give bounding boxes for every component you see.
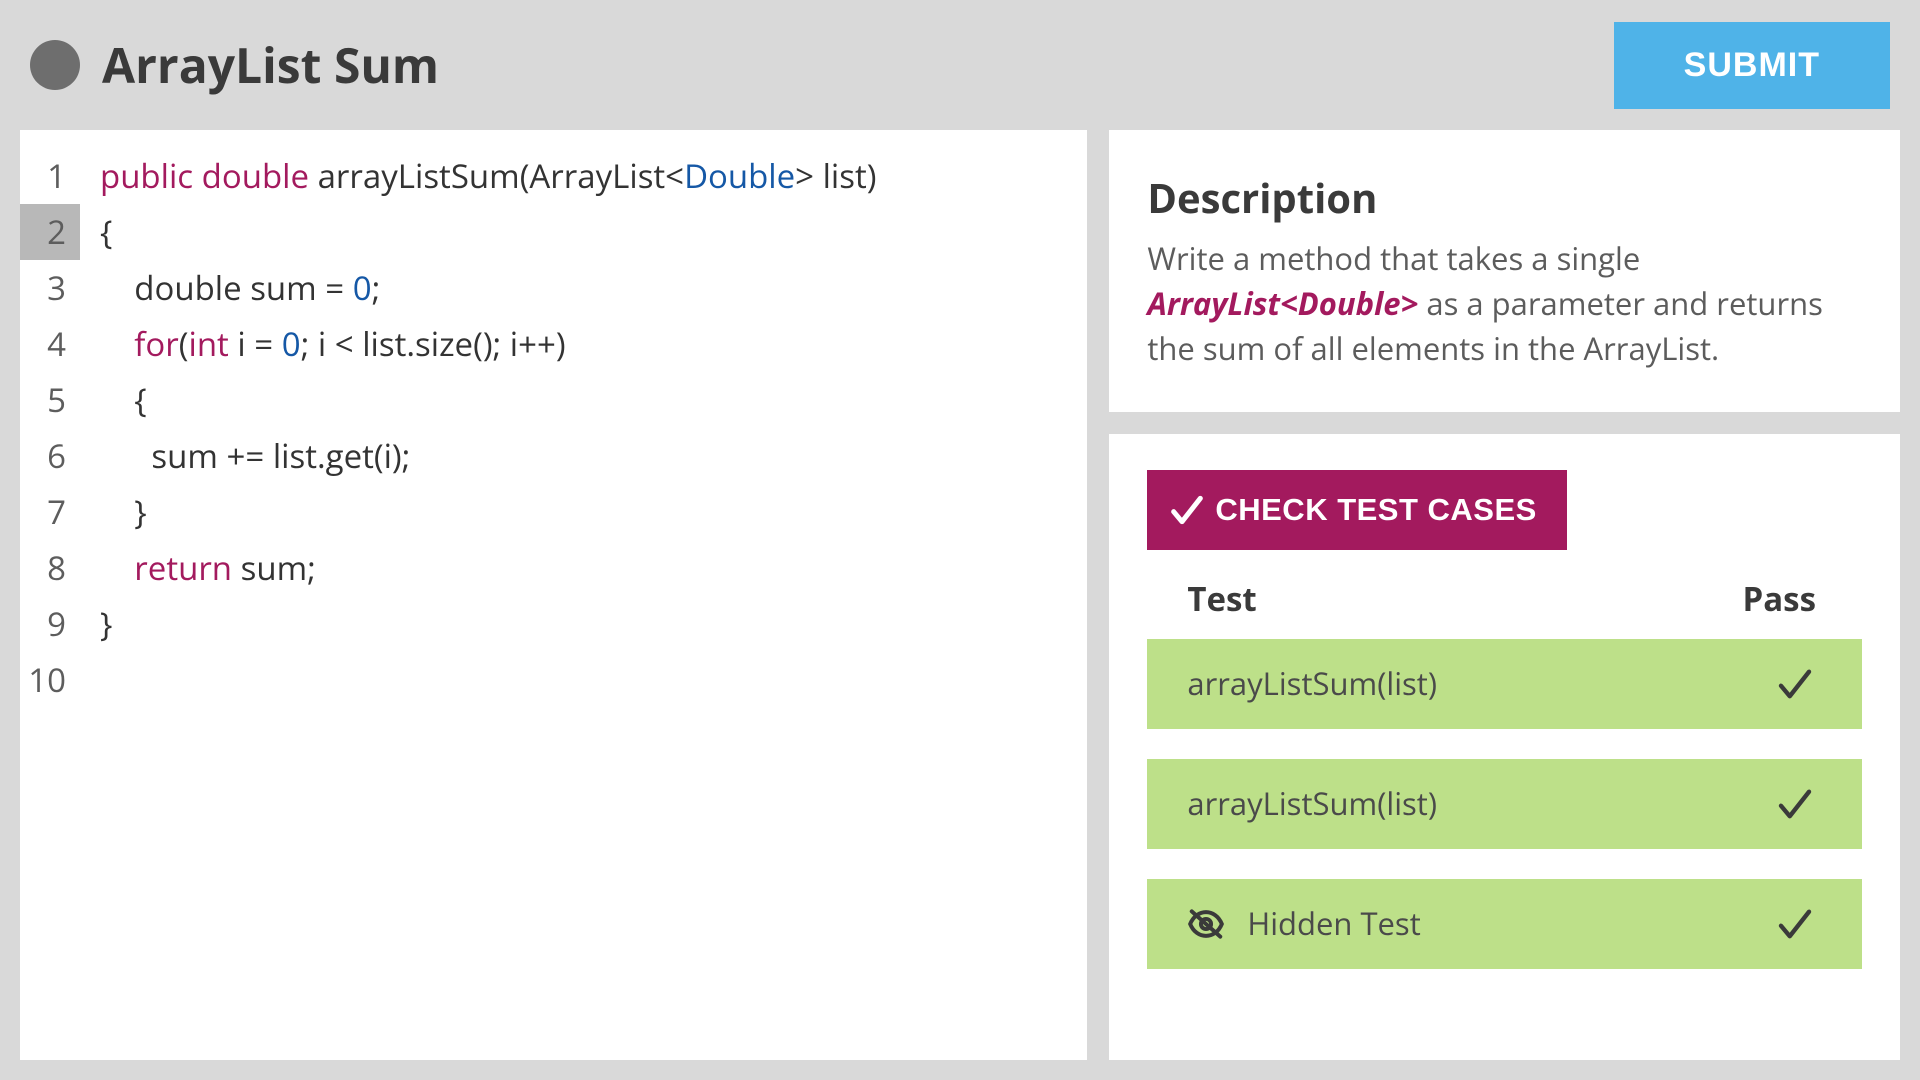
line-number[interactable]: 3 xyxy=(20,260,80,316)
page-title: ArrayList Sum xyxy=(102,33,439,98)
right-column: Description Write a method that takes a … xyxy=(1109,130,1900,1060)
header-left: ArrayList Sum xyxy=(30,33,439,98)
code-text: } xyxy=(100,489,147,534)
checkmark-icon xyxy=(1774,663,1816,705)
test-row: arrayListSum(list) xyxy=(1147,759,1862,849)
code-number: 0 xyxy=(353,265,372,310)
line-number[interactable]: 1 xyxy=(20,148,80,204)
code-area[interactable]: public double arrayListSum(ArrayList<Dou… xyxy=(80,130,1087,1060)
line-number[interactable]: 7 xyxy=(20,484,80,540)
description-heading: Description xyxy=(1147,170,1862,225)
code-keyword: for xyxy=(134,321,178,366)
line-number[interactable]: 2 xyxy=(20,204,80,260)
check-test-cases-button[interactable]: CHECK TEST CASES xyxy=(1147,470,1566,550)
header-bar: ArrayList Sum SUBMIT xyxy=(0,0,1920,130)
code-text: > list) xyxy=(795,153,876,198)
test-table-header: Test Pass xyxy=(1147,550,1862,639)
line-gutter: 1 2 3 4 5 6 7 8 9 10 xyxy=(20,130,80,1060)
code-keyword: public xyxy=(100,153,193,198)
code-text: { xyxy=(100,209,112,254)
test-col-header: Test xyxy=(1187,576,1256,621)
test-row-left: Hidden Test xyxy=(1187,903,1420,945)
test-label: Hidden Test xyxy=(1247,903,1420,945)
description-body: Write a method that takes a single Array… xyxy=(1147,237,1862,372)
pass-col-header: Pass xyxy=(1743,576,1816,621)
code-keyword: double xyxy=(202,153,309,198)
tests-panel: CHECK TEST CASES Test Pass arrayListSum(… xyxy=(1109,434,1900,1060)
code-editor-panel: 1 2 3 4 5 6 7 8 9 10 public double array… xyxy=(20,130,1087,1060)
eye-slash-icon xyxy=(1187,905,1225,943)
code-keyword: int xyxy=(188,321,228,366)
test-row: arrayListSum(list) xyxy=(1147,639,1862,729)
line-number[interactable]: 8 xyxy=(20,540,80,596)
test-row-left: arrayListSum(list) xyxy=(1187,663,1437,705)
code-text: ; xyxy=(372,265,381,310)
status-dot-icon xyxy=(30,40,80,90)
checkmark-icon xyxy=(1774,783,1816,825)
check-icon xyxy=(1167,490,1207,530)
code-text: i = xyxy=(229,321,282,366)
code-text: sum += list.get(i); xyxy=(100,433,410,478)
code-type: Double xyxy=(684,153,795,198)
line-number[interactable]: 6 xyxy=(20,428,80,484)
test-row: Hidden Test xyxy=(1147,879,1862,969)
checkmark-icon xyxy=(1774,903,1816,945)
code-text: double sum = xyxy=(100,265,353,310)
line-number[interactable]: 5 xyxy=(20,372,80,428)
submit-button[interactable]: SUBMIT xyxy=(1614,22,1890,109)
code-text: sum; xyxy=(232,545,316,590)
description-text: Write a method that takes a single xyxy=(1147,238,1640,280)
description-emphasis: ArrayList<Double> xyxy=(1147,283,1418,325)
test-label: arrayListSum(list) xyxy=(1187,663,1437,705)
check-button-label: CHECK TEST CASES xyxy=(1215,492,1536,528)
test-row-left: arrayListSum(list) xyxy=(1187,783,1437,825)
line-number[interactable]: 10 xyxy=(20,652,80,708)
line-number[interactable]: 4 xyxy=(20,316,80,372)
code-text: ; i < list.size(); i++) xyxy=(301,321,566,366)
code-text: arrayListSum(ArrayList< xyxy=(309,153,684,198)
description-panel: Description Write a method that takes a … xyxy=(1109,130,1900,412)
main-content: 1 2 3 4 5 6 7 8 9 10 public double array… xyxy=(0,130,1920,1080)
code-keyword: return xyxy=(134,545,232,590)
line-number[interactable]: 9 xyxy=(20,596,80,652)
code-text: { xyxy=(100,377,147,422)
code-text: } xyxy=(100,601,112,646)
code-number: 0 xyxy=(282,321,301,366)
test-label: arrayListSum(list) xyxy=(1187,783,1437,825)
